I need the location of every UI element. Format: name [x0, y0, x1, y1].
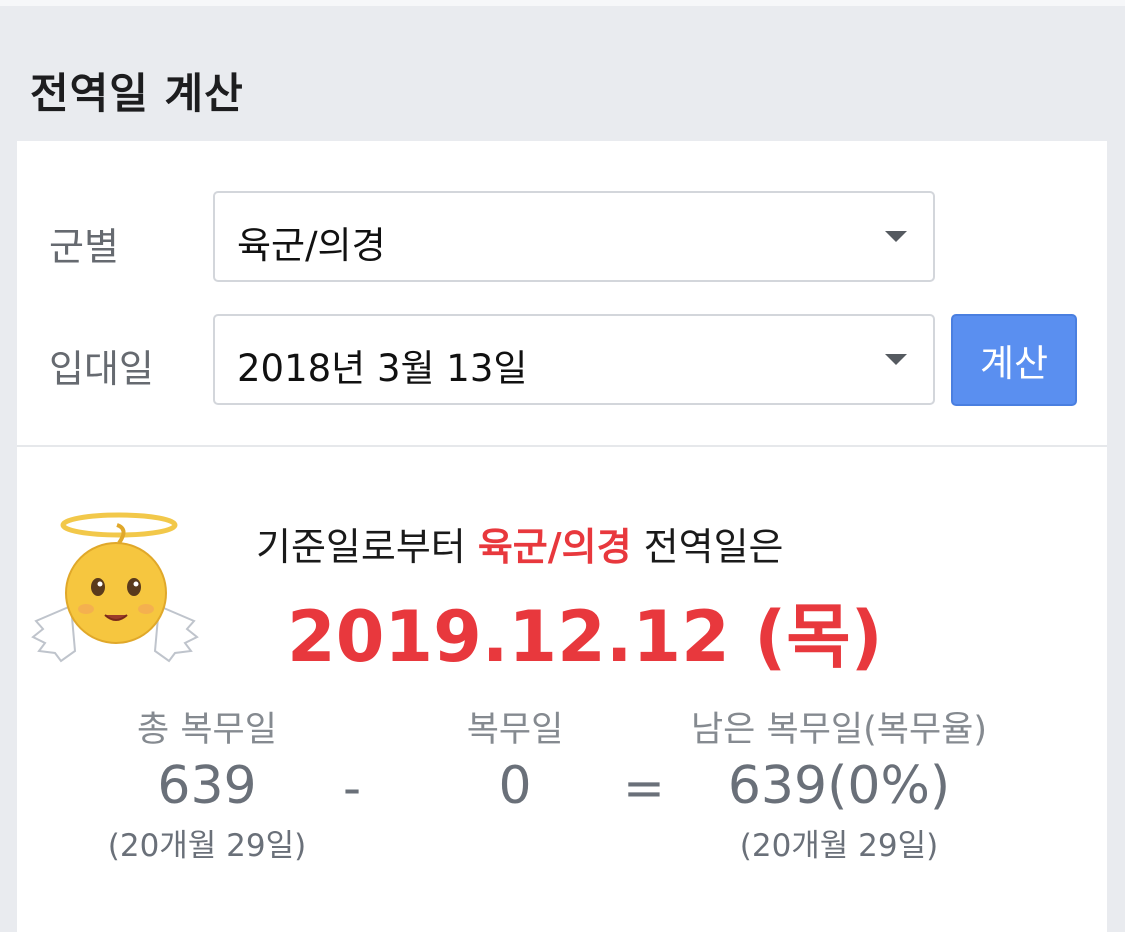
total-days-stat: 총 복무일 639 (20개월 29일)	[77, 701, 337, 865]
calculator-card: 군별 육군/의경 입대일 2018년 3월 13일 계산 기준일로부터 육군/의…	[17, 141, 1107, 932]
enlist-date-select[interactable]: 2018년 3월 13일	[213, 314, 935, 405]
served-days-stat: 복무일 0	[425, 701, 605, 816]
remaining-days-value: 639(0%)	[727, 756, 951, 816]
branch-label: 군별	[49, 225, 119, 269]
branch-select[interactable]: 육군/의경	[213, 191, 935, 282]
enlist-label: 입대일	[49, 347, 154, 391]
branch-select-value: 육군/의경	[237, 224, 386, 267]
result-prefix: 기준일로부터	[256, 525, 478, 569]
result-branch: 육군/의경	[477, 525, 632, 569]
calculate-button[interactable]: 계산	[951, 314, 1077, 406]
enlist-date-value: 2018년 3월 13일	[237, 347, 528, 390]
total-days-label: 총 복무일	[137, 710, 277, 750]
remaining-days-months: (20개월 29일)	[739, 828, 939, 864]
chevron-down-icon	[885, 231, 907, 242]
result-sentence: 기준일로부터 육군/의경 전역일은	[256, 516, 784, 571]
app-root: 전역일 계산 군별 육군/의경 입대일 2018년 3월 13일 계산 기준일로…	[0, 0, 1125, 932]
top-edge	[0, 0, 1125, 6]
remaining-days-label: 남은 복무일(복무율)	[690, 710, 988, 750]
total-days-value: 639	[157, 756, 257, 816]
total-days-months: (20개월 29일)	[107, 828, 307, 864]
page-title: 전역일 계산	[30, 69, 244, 118]
served-days-label: 복무일	[466, 710, 564, 750]
baby-angel-icon	[31, 512, 199, 663]
minus-sign: -	[343, 759, 362, 817]
result-suffix: 전역일은	[631, 525, 784, 569]
discharge-date: 2019.12.12 (목)	[287, 596, 883, 678]
chevron-down-icon	[885, 354, 907, 365]
served-days-value: 0	[498, 756, 532, 816]
remaining-days-stat: 남은 복무일(복무율) 639(0%) (20개월 29일)	[669, 701, 1009, 865]
section-divider	[17, 445, 1107, 447]
equals-sign: =	[623, 759, 665, 817]
